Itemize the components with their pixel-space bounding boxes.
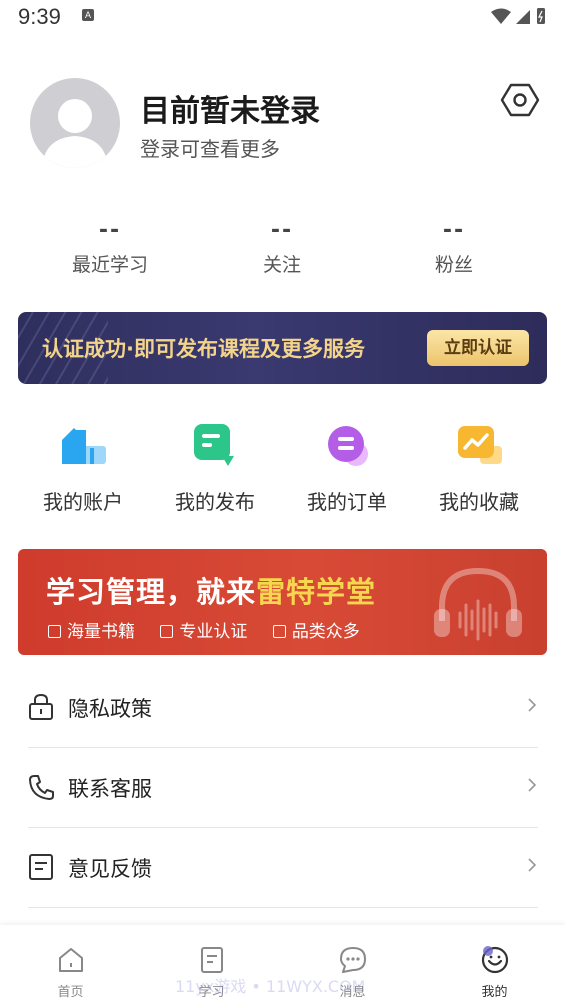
stat-following[interactable]: -- 关注 [207,218,357,277]
stat-recent-study[interactable]: -- 最近学习 [35,218,185,277]
menu-feedback[interactable]: 意见反馈 [28,827,538,908]
promo-feature: 品类众多 [272,622,360,642]
stat-followers[interactable]: -- 粉丝 [379,218,529,277]
user-avatar-icon [42,99,108,168]
account-house-icon [56,420,110,470]
quick-my-publish[interactable]: 我的发布 [149,420,281,515]
stat-label: 关注 [262,254,301,276]
status-bar: 9:39 A [0,0,565,34]
promo-title-highlight: 雷特学堂 [256,575,377,609]
stat-value: -- [270,218,294,243]
order-bubble-icon [320,420,374,470]
menu-label: 联系客服 [68,777,152,801]
chevron-right-icon [528,698,537,712]
profile-face-icon [481,946,508,974]
stat-label: 粉丝 [434,254,473,276]
menu-label: 意见反馈 [68,857,152,881]
publish-chat-icon [188,420,242,470]
certification-banner[interactable]: 认证成功·即可发布课程及更多服务 立即认证 [18,312,547,384]
stat-value: -- [98,218,122,243]
settings-icon[interactable] [500,82,540,118]
study-document-icon [200,947,223,973]
checkbox-icon [272,625,286,638]
menu-contact-service[interactable]: 联系客服 [28,747,538,828]
promo-feature: 海量书籍 [48,622,135,642]
quick-my-collection[interactable]: 我的收藏 [413,420,545,515]
quick-my-orders[interactable]: 我的订单 [281,420,413,515]
certification-text: 认证成功·即可发布课程及更多服务 [42,337,365,361]
tab-mine[interactable]: 我的 [424,925,565,1004]
profile-title[interactable]: 目前暂未登录 [140,86,320,130]
lock-icon [29,693,53,720]
checkbox-icon [48,625,61,638]
avatar[interactable] [30,78,120,168]
profile-subtitle[interactable]: 登录可查看更多 [140,133,280,162]
notification-badge-icon: A [82,9,94,21]
checkbox-icon [160,625,174,638]
tab-study[interactable]: 学习 [141,925,282,1004]
tab-label: 我的 [481,985,508,1000]
promo-features: 海量书籍 专业认证 品类众多 [48,617,380,642]
phone-icon [29,775,54,800]
promo-feature: 专业认证 [160,622,247,642]
promo-title: 学习管理，就来雷特学堂 [46,569,376,611]
tab-home[interactable]: 首页 [0,925,141,1004]
message-icon [339,947,366,973]
certify-now-button[interactable]: 立即认证 [427,330,529,366]
status-time: 9:39 [18,4,61,29]
tab-label: 首页 [57,985,84,1000]
quick-label: 我的收藏 [439,490,519,514]
quick-label: 我的订单 [307,490,387,514]
tab-label: 学习 [198,985,225,1000]
quick-label: 我的发布 [175,490,255,514]
home-icon [58,948,83,972]
headphones-icon [434,567,522,641]
quick-label: 我的账户 [43,490,123,514]
collection-chart-icon [452,420,506,470]
menu-privacy-policy[interactable]: 隐私政策 [28,667,538,748]
menu-label: 隐私政策 [68,697,152,721]
stat-value: -- [442,218,466,243]
tab-messages[interactable]: 消息 [282,925,423,1004]
feedback-document-icon [29,854,53,880]
stat-label: 最近学习 [71,254,148,276]
chevron-right-icon [528,858,537,872]
quick-my-account[interactable]: 我的账户 [17,420,149,515]
chevron-right-icon [528,778,537,792]
tab-label: 消息 [339,985,366,1000]
bottom-tab-bar: 首页 学习 消息 我的 [0,925,565,1004]
promo-banner[interactable]: 学习管理，就来雷特学堂 海量书籍 专业认证 品类众多 [18,549,547,655]
system-status-icons [491,8,545,24]
promo-title-main: 学习管理，就来 [46,575,257,609]
